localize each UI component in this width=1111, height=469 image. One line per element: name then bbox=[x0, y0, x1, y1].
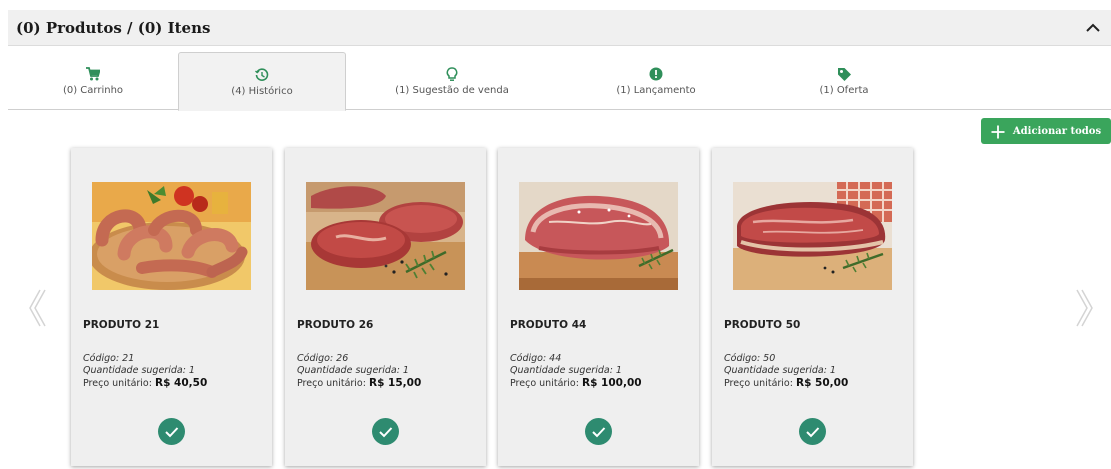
product-suggested-qty: Quantidade sugerida: 1 bbox=[297, 365, 409, 376]
cart-icon bbox=[85, 66, 101, 82]
product-suggested-qty: Quantidade sugerida: 1 bbox=[83, 365, 195, 376]
add-all-button[interactable]: Adicionar todos bbox=[981, 118, 1111, 144]
product-code: Código: 21 bbox=[83, 353, 135, 364]
product-price: R$ 100,00 bbox=[581, 377, 642, 389]
product-details: Código: 50 Quantidade sugerida: 1 Preço … bbox=[724, 353, 848, 390]
tab-release[interactable]: (1) Lançamento bbox=[558, 52, 754, 110]
tag-icon bbox=[836, 66, 852, 82]
product-code: Código: 44 bbox=[510, 353, 562, 364]
check-icon[interactable] bbox=[158, 418, 185, 445]
tab-history-label: (4) Histórico bbox=[231, 85, 293, 97]
tab-sales-suggestion-label: (1) Sugestão de venda bbox=[395, 85, 509, 96]
product-details: Código: 26 Quantidade sugerida: 1 Preço … bbox=[297, 353, 421, 390]
tab-release-label: (1) Lançamento bbox=[616, 85, 696, 96]
product-price-line: Preço unitário: R$ 40,50 bbox=[83, 377, 207, 390]
product-card: PRODUTO 44 Código: 44 Quantidade sugerid… bbox=[498, 148, 699, 466]
product-image bbox=[519, 182, 678, 290]
alert-icon bbox=[648, 66, 664, 82]
chevron-up-icon[interactable] bbox=[1081, 16, 1105, 40]
product-name: PRODUTO 50 bbox=[724, 319, 801, 331]
product-price: R$ 40,50 bbox=[154, 377, 208, 389]
product-image bbox=[733, 182, 892, 290]
check-icon[interactable] bbox=[585, 418, 612, 445]
product-price-label: Preço unitário: bbox=[83, 378, 152, 389]
products-header: (0) Produtos / (0) Itens bbox=[8, 10, 1111, 46]
product-price-label: Preço unitário: bbox=[297, 378, 366, 389]
history-icon bbox=[254, 67, 270, 83]
product-name: PRODUTO 44 bbox=[510, 319, 587, 331]
plus-icon bbox=[991, 124, 1005, 139]
check-icon[interactable] bbox=[372, 418, 399, 445]
carousel-next-arrow[interactable] bbox=[1074, 288, 1096, 328]
check-icon[interactable] bbox=[799, 418, 826, 445]
add-all-label: Adicionar todos bbox=[1012, 125, 1102, 137]
tab-sales-suggestion[interactable]: (1) Sugestão de venda bbox=[346, 52, 558, 110]
product-suggested-qty: Quantidade sugerida: 1 bbox=[510, 365, 622, 376]
product-price-line: Preço unitário: R$ 50,00 bbox=[724, 377, 848, 390]
lightbulb-icon bbox=[444, 66, 460, 82]
product-name: PRODUTO 26 bbox=[297, 319, 374, 331]
tab-cart[interactable]: (0) Carrinho bbox=[8, 52, 178, 110]
tab-bar: (0) Carrinho (4) Histórico (1) Sugestão … bbox=[8, 52, 1111, 111]
product-image bbox=[92, 182, 251, 290]
tab-offer[interactable]: (1) Oferta bbox=[754, 52, 934, 110]
product-name: PRODUTO 21 bbox=[83, 319, 160, 331]
product-suggested-qty: Quantidade sugerida: 1 bbox=[724, 365, 836, 376]
product-price-line: Preço unitário: R$ 100,00 bbox=[510, 377, 642, 390]
product-card: PRODUTO 21 Código: 21 Quantidade sugerid… bbox=[71, 148, 272, 466]
product-card: PRODUTO 50 Código: 50 Quantidade sugerid… bbox=[712, 148, 913, 466]
page-title: (0) Produtos / (0) Itens bbox=[16, 18, 211, 37]
product-price-line: Preço unitário: R$ 15,00 bbox=[297, 377, 421, 390]
product-price: R$ 15,00 bbox=[368, 377, 422, 389]
product-code: Código: 26 bbox=[297, 353, 349, 364]
product-price: R$ 50,00 bbox=[795, 377, 849, 389]
product-image bbox=[306, 182, 465, 290]
product-details: Código: 44 Quantidade sugerida: 1 Preço … bbox=[510, 353, 642, 390]
carousel-prev-arrow[interactable] bbox=[26, 288, 48, 328]
product-price-label: Preço unitário: bbox=[724, 378, 793, 389]
tab-cart-label: (0) Carrinho bbox=[62, 85, 124, 96]
tab-offer-label: (1) Oferta bbox=[819, 85, 869, 96]
tab-history[interactable]: (4) Histórico bbox=[178, 52, 346, 111]
product-details: Código: 21 Quantidade sugerida: 1 Preço … bbox=[83, 353, 207, 390]
product-card: PRODUTO 26 Código: 26 Quantidade sugerid… bbox=[285, 148, 486, 466]
product-code: Código: 50 bbox=[724, 353, 776, 364]
product-price-label: Preço unitário: bbox=[510, 378, 579, 389]
